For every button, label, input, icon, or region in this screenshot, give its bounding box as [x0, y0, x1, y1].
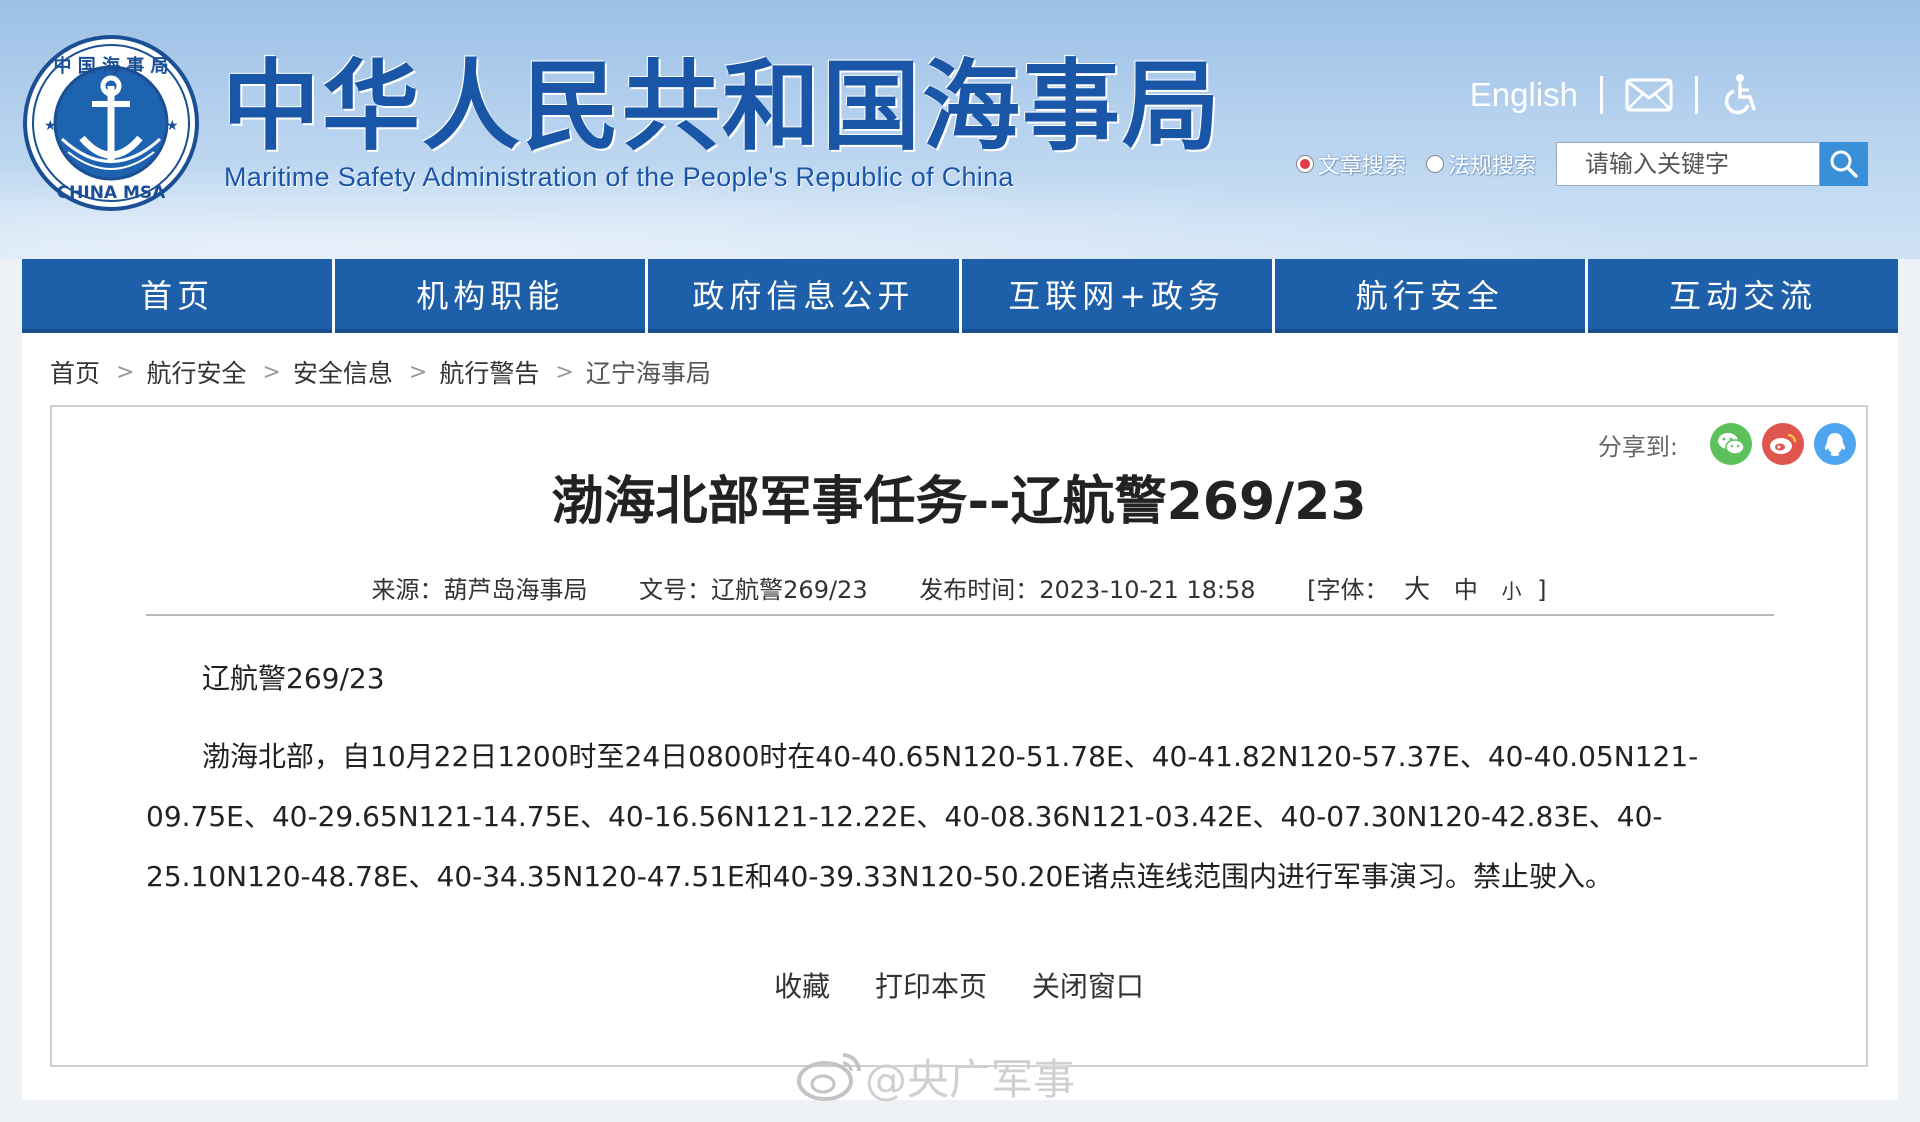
divider [1600, 76, 1603, 114]
article-actions: 收藏 打印本页 关闭窗口 [52, 965, 1866, 1005]
search-icon [1830, 150, 1858, 178]
article-paragraph: 渤海北部，自10月22日1200时至24日0800时在40-40.65N120-… [146, 740, 1699, 893]
meta-divider [146, 614, 1774, 616]
font-size-control: [字体： 大 中 小 ] [1307, 575, 1547, 605]
font-size-large-button[interactable]: 大 [1404, 575, 1430, 605]
font-size-medium-button[interactable]: 中 [1454, 576, 1478, 604]
breadcrumb-current[interactable]: 辽宁海事局 [586, 354, 711, 390]
site-title: 中华人民共和国海事局 [222, 49, 1223, 164]
logo-star-right: ★ [166, 118, 179, 134]
nav-item-home[interactable]: 首页 [22, 259, 333, 333]
search-input[interactable] [1556, 142, 1821, 186]
font-size-label: [字体： [1307, 576, 1389, 604]
mail-icon[interactable] [1625, 78, 1673, 112]
breadcrumb-separator: > [116, 359, 135, 385]
radio-regulation[interactable] [1426, 155, 1445, 173]
logo-bottom-text: CHINA MSA [57, 183, 166, 203]
nav-item-functions[interactable]: 机构职能 [335, 259, 646, 333]
meta-publish-time: 发布时间：2023-10-21 18:58 [919, 576, 1256, 604]
radio-regulation-label: 法规搜索 [1448, 154, 1537, 179]
wheelchair-icon[interactable] [1720, 73, 1760, 117]
radio-article[interactable] [1296, 155, 1314, 173]
search-option-article[interactable]: 文章搜索 [1296, 148, 1406, 180]
breadcrumb-nav-safety[interactable]: 航行安全 [146, 354, 246, 390]
breadcrumb-home[interactable]: 首页 [50, 354, 100, 390]
main-nav: 首页 机构职能 政府信息公开 互联网+政务 航行安全 互动交流 [22, 259, 1899, 333]
nav-item-interaction[interactable]: 互动交流 [1587, 259, 1899, 333]
top-links: English [1470, 70, 1760, 120]
radio-article-label: 文章搜索 [1318, 154, 1407, 179]
font-size-bracket: ] [1537, 576, 1547, 604]
favorite-button[interactable]: 收藏 [774, 970, 830, 1003]
meta-doc-number: 文号：辽航警269/23 [639, 576, 868, 604]
article-reference: 辽航警269/23 [202, 662, 385, 695]
article-title: 渤海北部军事任务--辽航警269/23 [551, 472, 1367, 532]
close-window-button[interactable]: 关闭窗口 [1032, 970, 1144, 1003]
weibo-watermark-icon [797, 1053, 861, 1101]
font-size-small-button[interactable]: 小 [1501, 579, 1521, 603]
article-body: 辽航警269/23 渤海北部，自10月22日1200时至24日0800时在40-… [146, 649, 1774, 907]
article-meta: 来源：葫芦岛海事局 文号：辽航警269/23 发布时间：2023-10-21 1… [52, 569, 1866, 606]
nav-item-gov-info[interactable]: 政府信息公开 [648, 259, 959, 333]
site-subtitle: Maritime Safety Administration of the Pe… [224, 162, 1014, 192]
nav-item-internet-gov[interactable]: 互联网+政务 [961, 259, 1272, 333]
nav-item-nav-safety[interactable]: 航行安全 [1274, 259, 1585, 333]
english-link[interactable]: English [1470, 76, 1578, 114]
site-header: 中 国 海 事 局 CHINA MSA ★ ★ 中华人民共和国海事局 Marit… [0, 0, 1920, 259]
watermark: @央广军事 [795, 1046, 1075, 1106]
breadcrumb-separator: > [555, 359, 574, 385]
print-button[interactable]: 打印本页 [875, 970, 987, 1003]
search-button[interactable] [1820, 142, 1869, 186]
logo-top-text: 中 国 海 事 局 [53, 55, 168, 77]
breadcrumb-nav-warnings[interactable]: 航行警告 [439, 354, 539, 390]
breadcrumb: 首页 > 航行安全 > 安全信息 > 航行警告 > 辽宁海事局 [50, 352, 711, 392]
breadcrumb-separator: > [262, 359, 281, 385]
watermark-text: @央广军事 [865, 1054, 1076, 1104]
divider [1695, 76, 1698, 114]
article-panel: 分享到: 渤海北部军事任务--辽航警269/23 来源：葫芦岛海事局 文号：辽航… [50, 405, 1868, 1067]
msa-logo-icon[interactable]: 中 国 海 事 局 CHINA MSA ★ ★ [22, 34, 200, 212]
meta-source: 来源：葫芦岛海事局 [371, 576, 588, 604]
breadcrumb-safety-info[interactable]: 安全信息 [293, 354, 393, 390]
search-option-regulation[interactable]: 法规搜索 [1426, 148, 1536, 180]
search-bar: 文章搜索 法规搜索 [1296, 140, 1869, 188]
breadcrumb-separator: > [408, 359, 428, 385]
logo-star-left: ★ [44, 118, 57, 134]
share-label: 分享到: [1597, 432, 1678, 461]
